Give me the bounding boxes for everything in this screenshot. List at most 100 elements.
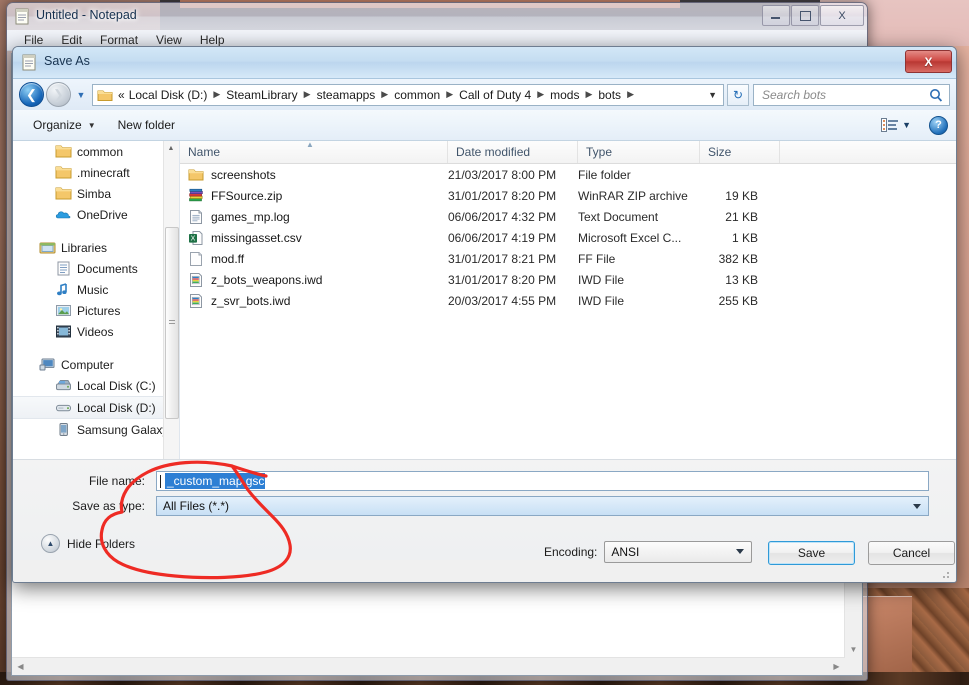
cancel-button[interactable]: Cancel	[868, 541, 955, 565]
nav-item-minecraft[interactable]: .minecraft	[13, 162, 179, 183]
breadcrumb-prefix[interactable]: «	[116, 88, 127, 102]
navigation-pane-scrollbar[interactable]: ▲	[163, 141, 179, 459]
table-row[interactable]: FFSource.zip 31/01/2017 8:20 PM WinRAR Z…	[180, 185, 956, 206]
scroll-right-icon[interactable]: ▶	[828, 658, 845, 675]
file-name-cell[interactable]: games_mp.log	[180, 209, 448, 225]
save-button[interactable]: Save	[768, 541, 855, 565]
dialog-toolbar[interactable]: Organize ▼ New folder ▼ ?	[13, 110, 956, 141]
search-placeholder: Search bots	[762, 87, 827, 102]
file-list-pane[interactable]: Name ▲ Date modified Type Size screensho…	[180, 140, 956, 459]
nav-item-label: Simba	[77, 186, 112, 201]
nav-item-label: Local Disk (C:)	[77, 378, 156, 393]
nav-item-libraries[interactable]: Libraries	[13, 237, 179, 258]
organize-label: Organize	[33, 118, 82, 132]
notepad-window-controls[interactable]: X	[761, 5, 864, 26]
file-name-cell[interactable]: mod.ff	[180, 251, 448, 267]
breadcrumb-separator-icon[interactable]: ▶	[442, 89, 457, 100]
breadcrumb-item-mods[interactable]: mods	[548, 88, 581, 102]
notepad-title-bar[interactable]: Untitled - Notepad X	[7, 3, 867, 30]
breadcrumb-separator-icon[interactable]: ▶	[623, 89, 638, 100]
forward-arrow-icon: ❯	[53, 86, 64, 102]
breadcrumb-separator-icon[interactable]: ▶	[209, 89, 224, 100]
nav-item-documents[interactable]: Documents	[13, 258, 179, 279]
folder-icon	[55, 165, 72, 180]
table-row[interactable]: z_bots_weapons.iwd 31/01/2017 8:20 PM IW…	[180, 269, 956, 290]
scrollbar-thumb[interactable]	[165, 227, 179, 419]
breadcrumb-item-bots[interactable]: bots	[596, 88, 623, 102]
file-name-cell[interactable]: FFSource.zip	[180, 188, 448, 204]
breadcrumb-separator-icon[interactable]: ▶	[533, 89, 548, 100]
help-icon[interactable]: ?	[929, 115, 948, 135]
breadcrumb-item-common[interactable]: common	[392, 88, 442, 102]
column-header-size[interactable]: Size	[700, 141, 780, 163]
chevron-down-icon: ▼	[76, 89, 86, 100]
search-input[interactable]: Search bots	[753, 83, 950, 106]
file-name-cell[interactable]: screenshots	[180, 167, 448, 183]
breadcrumb-separator-icon[interactable]: ▶	[377, 89, 392, 100]
column-header-type[interactable]: Type	[578, 141, 700, 163]
file-name-value: _custom_map.gsc	[165, 473, 266, 489]
nav-item-music[interactable]: Music	[13, 279, 179, 300]
file-size-cell: 19 KB	[725, 188, 758, 203]
nav-item-simba[interactable]: Simba	[13, 183, 179, 204]
encoding-select[interactable]: ANSI	[604, 541, 753, 563]
breadcrumb-item-local-disk-d[interactable]: Local Disk (D:)	[127, 88, 210, 102]
dialog-navigation-bar[interactable]: ❮ ❯ ▼ « Local Disk (D:) ▶ SteamLibrary ▶…	[13, 79, 956, 110]
save-as-type-select[interactable]: All Files (*.*)	[156, 496, 929, 516]
dialog-resize-grip[interactable]	[942, 569, 952, 579]
column-header-name[interactable]: Name ▲	[180, 140, 448, 163]
scroll-left-icon[interactable]: ◀	[12, 658, 29, 675]
toolbar-right-group[interactable]: ▼ ?	[881, 115, 948, 135]
history-dropdown-button[interactable]: ▼	[73, 82, 89, 107]
dialog-close-button[interactable]: X	[905, 50, 952, 73]
breadcrumb-item-call-of-duty-4[interactable]: Call of Duty 4	[457, 88, 533, 102]
breadcrumb-separator-icon[interactable]: ▶	[581, 89, 596, 100]
nav-item-pictures[interactable]: Pictures	[13, 300, 179, 321]
breadcrumb[interactable]: « Local Disk (D:) ▶ SteamLibrary ▶ steam…	[92, 83, 724, 106]
file-name-cell[interactable]: z_bots_weapons.iwd	[180, 272, 448, 288]
scroll-up-icon[interactable]: ▲	[164, 141, 178, 156]
nav-item-local-disk-c[interactable]: Local Disk (C:)	[13, 375, 179, 396]
nav-item-label: Videos	[77, 324, 114, 339]
nav-item-label: Local Disk (D:)	[77, 400, 156, 415]
table-row[interactable]: games_mp.log 06/06/2017 4:32 PM Text Doc…	[180, 206, 956, 227]
maximize-button[interactable]	[791, 5, 819, 26]
scroll-down-icon[interactable]: ▼	[845, 641, 862, 658]
forward-button[interactable]: ❯	[46, 82, 71, 107]
file-name-input[interactable]: _custom_map.gsc	[156, 471, 929, 491]
file-list-header[interactable]: Name ▲ Date modified Type Size	[180, 140, 956, 164]
nav-item-common[interactable]: common	[13, 141, 179, 162]
column-header-date-modified[interactable]: Date modified	[448, 141, 578, 163]
file-name-cell[interactable]: X missingasset.csv	[180, 230, 448, 246]
file-name-label: z_bots_weapons.iwd	[211, 272, 323, 287]
nav-item-onedrive[interactable]: OneDrive	[13, 204, 179, 225]
nav-item-videos[interactable]: Videos	[13, 321, 179, 342]
breadcrumb-item-steamlibrary[interactable]: SteamLibrary	[224, 88, 299, 102]
back-button[interactable]: ❮	[19, 82, 44, 107]
minimize-button[interactable]	[762, 5, 790, 26]
navigation-pane[interactable]: common .minecraft Simba OneDrive Librari…	[13, 141, 180, 459]
encoding-group: Encoding: ANSI	[544, 541, 753, 563]
file-type-cell: Microsoft Excel C...	[578, 230, 682, 245]
table-row[interactable]: screenshots 21/03/2017 8:00 PM File fold…	[180, 164, 956, 185]
file-name-cell[interactable]: z_svr_bots.iwd	[180, 293, 448, 309]
notepad-horizontal-scrollbar[interactable]: ◀ ▶	[12, 657, 845, 675]
breadcrumb-separator-icon[interactable]: ▶	[300, 89, 315, 100]
refresh-button[interactable]: ↻	[727, 83, 749, 106]
view-list-icon[interactable]	[881, 118, 899, 132]
dialog-title-bar[interactable]: Save As X	[13, 47, 956, 79]
table-row[interactable]: X missingasset.csv 06/06/2017 4:19 PM Mi…	[180, 227, 956, 248]
breadcrumb-item-steamapps[interactable]: steamapps	[315, 88, 378, 102]
notepad-close-button[interactable]: X	[820, 5, 864, 26]
breadcrumb-dropdown-icon[interactable]: ▼	[708, 90, 717, 100]
new-folder-button[interactable]: New folder	[110, 115, 183, 135]
nav-item-computer[interactable]: Computer	[13, 354, 179, 375]
organize-button[interactable]: Organize ▼	[25, 115, 104, 135]
table-row[interactable]: z_svr_bots.iwd 20/03/2017 4:55 PM IWD Fi…	[180, 290, 956, 311]
nav-item-samsung-galaxy[interactable]: Samsung Galaxy	[13, 419, 179, 440]
hard-disk-icon	[55, 378, 72, 393]
view-dropdown-icon[interactable]: ▼	[902, 120, 911, 130]
table-row[interactable]: mod.ff 31/01/2017 8:21 PM FF File 382 KB	[180, 248, 956, 269]
nav-item-local-disk-d[interactable]: Local Disk (D:)	[13, 396, 179, 419]
save-as-dialog[interactable]: Save As X ❮ ❯ ▼ « Local Disk (D:) ▶ Stea…	[12, 46, 957, 583]
